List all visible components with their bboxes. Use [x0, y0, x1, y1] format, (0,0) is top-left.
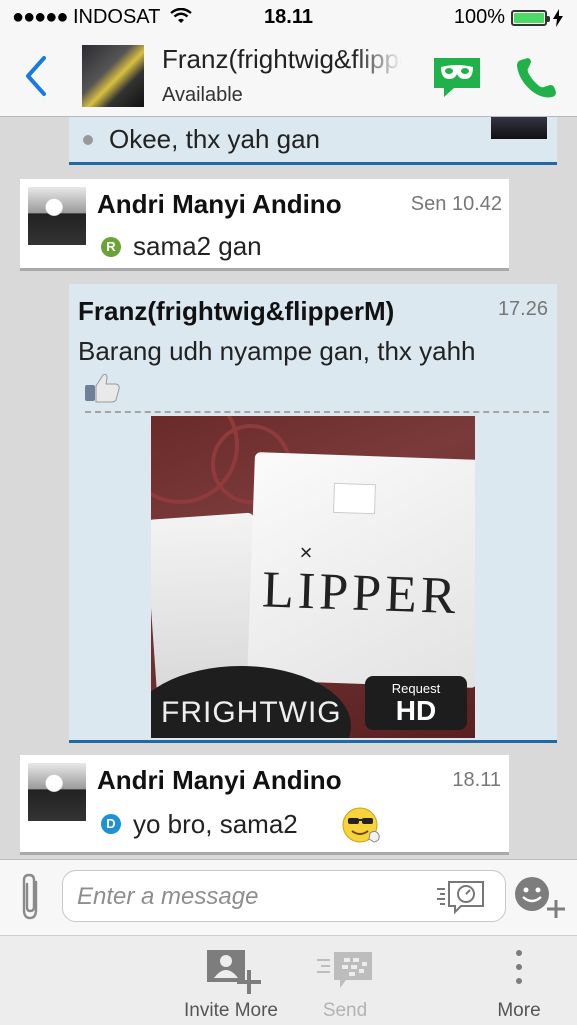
battery-percent: 100%: [453, 6, 505, 28]
send-bbm-icon: [317, 952, 372, 988]
photo-attachment[interactable]: × LIPPER FRIGHTWIG Request HD: [151, 416, 475, 738]
sender-name: Franz(frightwig&flipperM): [78, 296, 395, 326]
separator: [85, 411, 549, 413]
message-time: 17.26: [497, 298, 548, 320]
hd-label: HD: [395, 695, 437, 726]
phone-icon[interactable]: [514, 56, 560, 100]
message-bubble[interactable]: Franz(frightwig&flipperM) 17.26 Barang u…: [69, 284, 557, 743]
back-chevron-icon[interactable]: [22, 54, 52, 98]
chat-area[interactable]: Okee, thx yah gan Andri Manyi Andino Sen…: [0, 117, 577, 859]
message-time: 18.11: [452, 769, 501, 791]
read-status-icon: R: [101, 237, 121, 257]
status-bar: ●●●●● INDOSAT 18.11 100%: [0, 0, 577, 36]
emoticon-add-icon[interactable]: [514, 876, 568, 920]
request-hd-label: Request: [391, 681, 441, 696]
black-shirt-logo: FRIGHTWIG: [161, 696, 342, 729]
battery-status: 100%: [454, 6, 563, 29]
shirt-print-text: LIPPER: [261, 561, 461, 626]
delivered-status-icon: D: [101, 814, 121, 834]
battery-icon: [511, 9, 550, 26]
folded-shirt: × LIPPER: [247, 452, 475, 688]
message-bubble[interactable]: Andri Manyi Andino Sen 10.42 R sama2 gan: [20, 179, 509, 271]
more-vertical-icon: [516, 950, 522, 984]
message-text: sama2 gan: [133, 231, 262, 261]
bullet-icon: [83, 135, 93, 145]
more-label: More: [497, 1000, 541, 1021]
send-label: Send: [322, 1000, 368, 1021]
message-time: Sen 10.42: [410, 193, 502, 215]
message-input-placeholder: Enter a message: [77, 883, 259, 910]
bottom-toolbar: Invite More Send More: [0, 935, 577, 1025]
sender-avatar[interactable]: [28, 763, 86, 821]
charging-icon: [553, 8, 563, 27]
paperclip-icon[interactable]: [17, 872, 43, 922]
message-bubble[interactable]: Okee, thx yah gan: [69, 117, 557, 165]
request-hd-button[interactable]: Request HD: [365, 676, 467, 730]
message-text: Barang udh nyampe gan, thx yahh: [78, 336, 476, 366]
sender-name: Andri Manyi Andino: [97, 189, 342, 219]
contact-avatar[interactable]: [82, 45, 144, 107]
chat-header: Franz(frightwig&flipperM) Available: [0, 36, 577, 117]
shirt-label: [332, 482, 376, 515]
sender-avatar[interactable]: [28, 187, 86, 245]
mask-icon[interactable]: [432, 56, 482, 98]
contact-status: Available: [162, 84, 243, 106]
message-input[interactable]: Enter a message: [62, 870, 506, 922]
message-text: Okee, thx yah gan: [109, 124, 321, 154]
message-text: yo bro, sama2: [133, 809, 298, 839]
contact-name[interactable]: Franz(frightwig&flipperM): [162, 44, 402, 75]
photo-thumbnail[interactable]: [491, 117, 547, 139]
cool-emoticon-icon: [342, 807, 380, 843]
thumbs-up-icon: [85, 373, 120, 403]
message-composer: Enter a message: [0, 859, 577, 936]
voice-note-icon[interactable]: [435, 880, 487, 914]
invite-more-label: Invite More: [184, 1000, 278, 1021]
sender-name: Andri Manyi Andino: [97, 765, 342, 795]
message-bubble[interactable]: Andri Manyi Andino 18.11 D yo bro, sama2: [20, 755, 509, 855]
add-contact-icon: [207, 950, 261, 994]
